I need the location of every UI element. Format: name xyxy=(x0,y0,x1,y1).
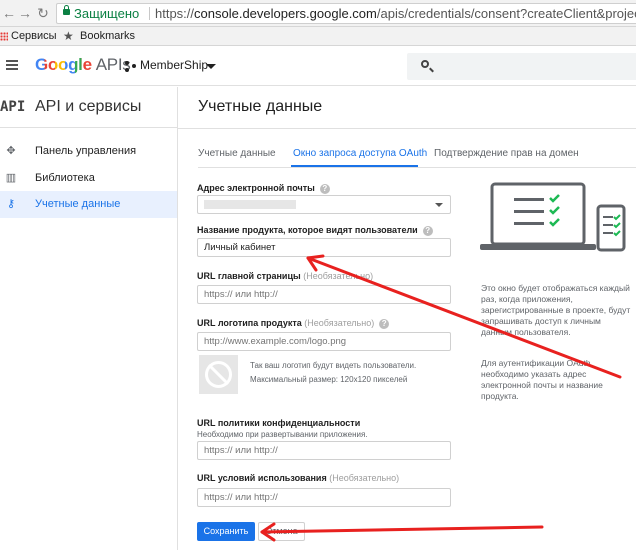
sidebar-header: API API и сервисы xyxy=(0,87,177,128)
logo-url-label: URL логотипа продукта (Необязательно)? xyxy=(197,318,390,329)
google-apis-logo[interactable]: Google APIs xyxy=(35,55,131,75)
page-title: Учетные данные xyxy=(198,98,323,115)
privacy-url-field[interactable]: https:// или http:// xyxy=(197,441,451,460)
app-header: Google APIs MemberShip xyxy=(0,46,636,86)
help-icon[interactable]: ? xyxy=(379,318,390,329)
cancel-button[interactable]: Отмена xyxy=(258,522,305,541)
privacy-label: URL политики конфиденциальности xyxy=(197,418,361,428)
sidebar-item-library[interactable]: ▥ Библиотека xyxy=(0,165,177,192)
email-select[interactable] xyxy=(197,195,451,214)
sidebar-item-dashboard[interactable]: ✥ Панель управления xyxy=(0,138,177,165)
address-bar[interactable]: Защищено https://console.developers.goog… xyxy=(56,3,636,24)
save-button[interactable]: Сохранить xyxy=(197,522,255,541)
divider xyxy=(178,128,636,129)
logo-url-field[interactable]: http://www.example.com/logo.png xyxy=(197,332,451,351)
bookmark-services[interactable]: Сервисы xyxy=(11,27,57,45)
hamburger-menu-icon[interactable] xyxy=(6,60,18,70)
tab-bar: Учетные данные Окно запроса доступа OAut… xyxy=(198,143,636,168)
email-label: Адрес электронной почты? xyxy=(197,183,330,194)
email-value-redacted xyxy=(204,200,296,209)
bookmarks-bar: Сервисы ★ Bookmarks xyxy=(0,27,636,46)
info-text-1: Это окно будет отображаться каждый раз, … xyxy=(481,283,631,337)
tos-label: URL условий использования (Необязательно… xyxy=(197,473,400,483)
logo-note-line1: Так ваш логотип будут видеть пользовател… xyxy=(250,361,417,370)
homepage-label: URL главной страницы (Необязательно) xyxy=(197,271,374,281)
back-icon[interactable]: ← xyxy=(2,5,16,21)
search-icon[interactable] xyxy=(421,60,429,68)
project-icon xyxy=(125,61,136,72)
logo-google: Google xyxy=(35,55,92,74)
key-icon: ⚷ xyxy=(6,198,16,210)
help-icon[interactable]: ? xyxy=(422,225,433,236)
sidebar-item-label: Библиотека xyxy=(35,172,95,184)
search-bar[interactable] xyxy=(407,53,636,80)
logo-note-line2: Максимальный размер: 120x120 пикселей xyxy=(250,375,408,384)
url-text: https://console.developers.google.com/ap… xyxy=(155,6,636,21)
info-text-2: Для аутентификации OAuth необходимо указ… xyxy=(481,358,603,401)
secure-label: Защищено xyxy=(74,6,140,21)
sidebar-title: API и сервисы xyxy=(35,98,142,115)
active-tab-indicator xyxy=(291,165,418,167)
tab-domain-verification[interactable]: Подтверждение прав на домен xyxy=(434,148,579,159)
privacy-hint: Необходимо при развертывании приложения. xyxy=(197,430,368,439)
tab-credentials[interactable]: Учетные данные xyxy=(198,148,276,159)
browser-toolbar: ← → ↻ Защищено https://console.developer… xyxy=(0,0,636,27)
lock-icon xyxy=(63,5,70,15)
consent-screen-illustration xyxy=(480,182,626,252)
reload-icon[interactable]: ↻ xyxy=(36,5,50,21)
sidebar-item-label: Панель управления xyxy=(35,145,137,157)
bookmark-bookmarks[interactable]: Bookmarks xyxy=(80,27,135,45)
no-image-placeholder-icon xyxy=(199,355,238,394)
homepage-url-field[interactable]: https:// или http:// xyxy=(197,285,451,304)
project-selector[interactable]: MemberShip xyxy=(140,58,208,72)
help-icon[interactable]: ? xyxy=(319,183,330,194)
sidebar: API API и сервисы ✥ Панель управления ▥ … xyxy=(0,87,178,550)
chevron-down-icon[interactable] xyxy=(206,64,216,69)
sidebar-item-label: Учетные данные xyxy=(35,198,121,210)
apps-icon[interactable] xyxy=(0,32,8,41)
star-icon: ★ xyxy=(63,29,74,43)
tos-url-field[interactable]: https:// или http:// xyxy=(197,488,451,507)
library-icon: ▥ xyxy=(5,172,17,184)
caret-down-icon xyxy=(435,203,443,207)
dashboard-icon: ✥ xyxy=(6,145,16,157)
omnibox-separator xyxy=(149,7,150,20)
sidebar-item-credentials[interactable]: ⚷ Учетные данные xyxy=(0,191,177,218)
product-name-field[interactable]: Личный кабинет xyxy=(197,238,451,257)
api-logo: API xyxy=(0,99,26,115)
forward-icon[interactable]: → xyxy=(18,5,32,21)
product-name-label: Название продукта, которое видят пользов… xyxy=(197,225,433,236)
tab-oauth-consent[interactable]: Окно запроса доступа OAuth xyxy=(293,148,427,159)
